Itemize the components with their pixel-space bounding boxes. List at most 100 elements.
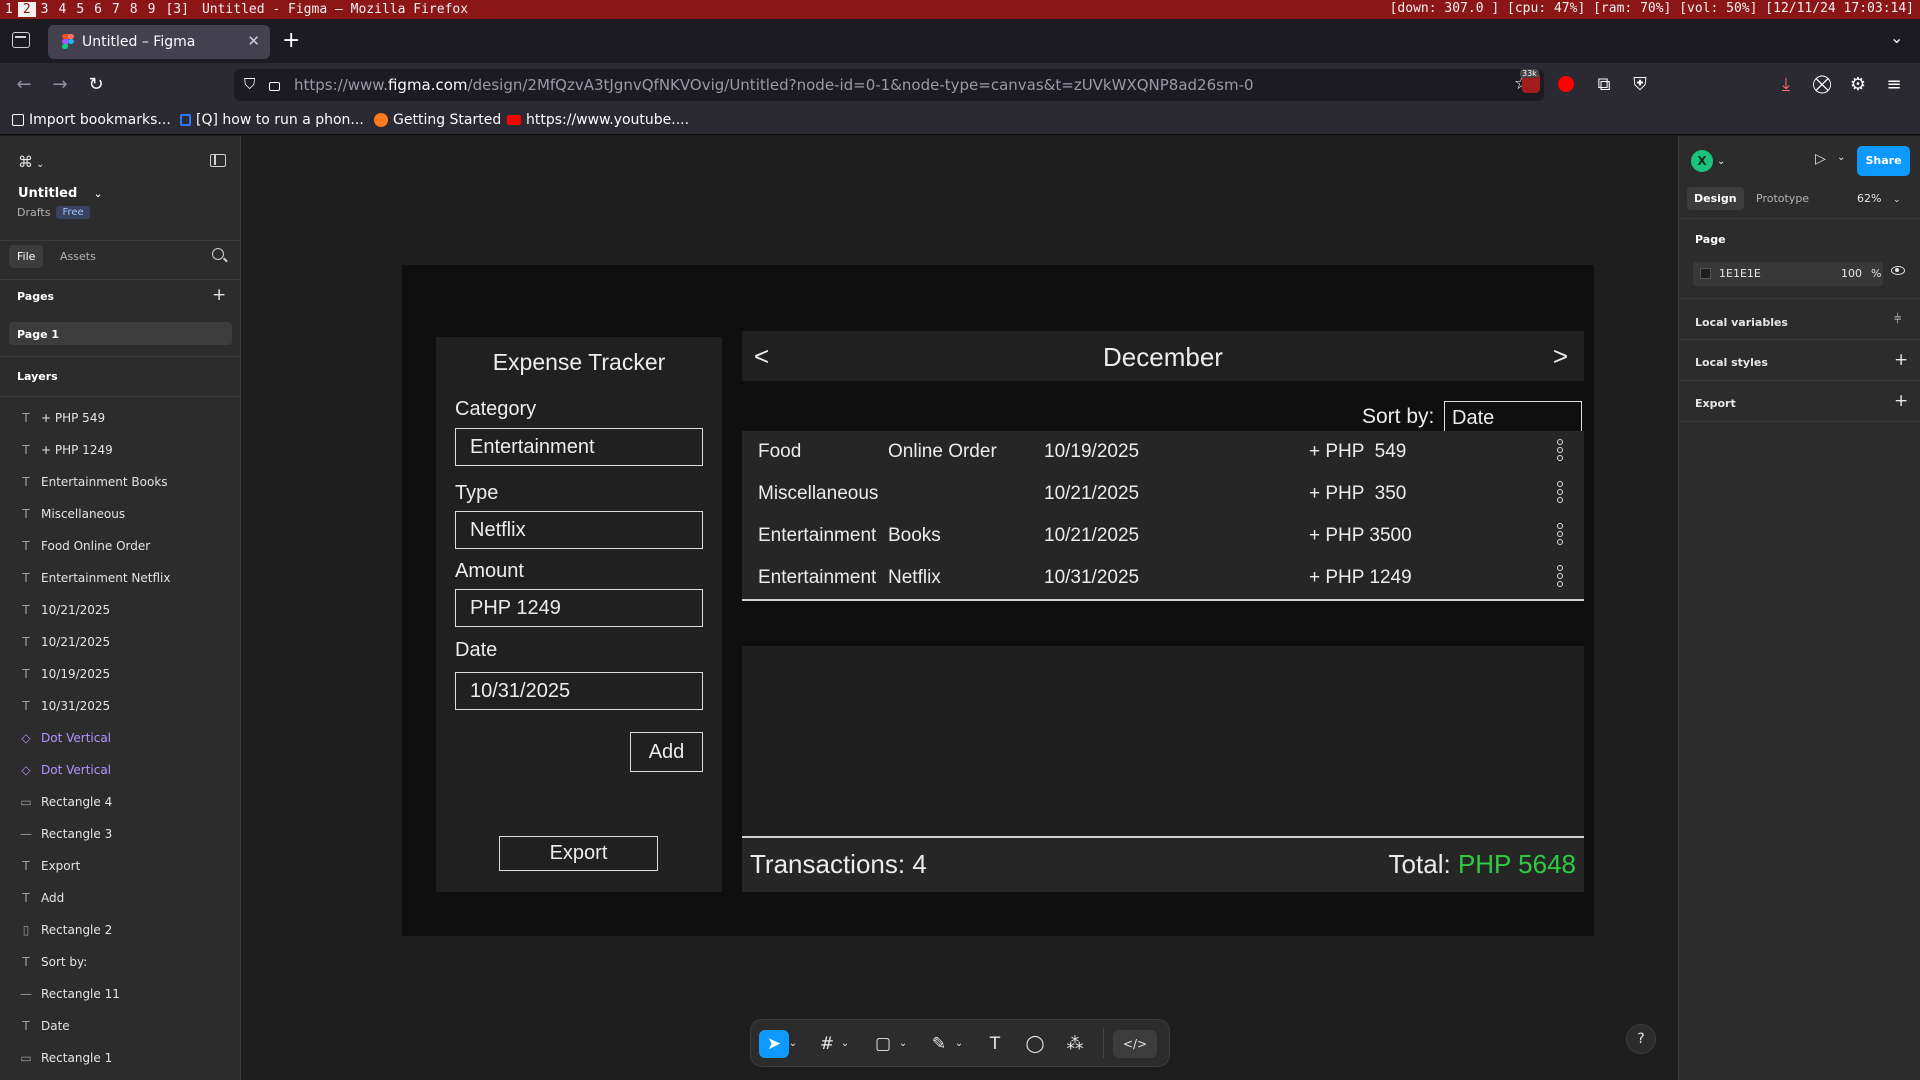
expense-form-card[interactable]: Expense Tracker Category Entertainment T…	[436, 337, 722, 892]
back-arrow-icon[interactable]: ←	[12, 73, 36, 97]
new-tab-icon[interactable]: +	[282, 28, 300, 53]
present-chevron-icon[interactable]: ⌄	[1837, 152, 1845, 163]
dot-vertical-menu-icon[interactable]	[1556, 523, 1564, 545]
youtube-extension-icon[interactable]	[1558, 76, 1574, 92]
layer-row[interactable]: T 10/31/2025	[0, 690, 241, 722]
workspace-5[interactable]: 5	[71, 2, 89, 17]
comment-tool-icon[interactable]: ◯	[1021, 1030, 1049, 1058]
table-row[interactable]: Food Online Order 10/19/2025 + PHP 549	[742, 431, 1584, 475]
export-button[interactable]: Export	[499, 836, 658, 871]
file-name[interactable]: Untitled ⌄	[18, 186, 102, 201]
tracking-protection-icon[interactable]: ⛒	[1810, 73, 1834, 97]
zoom-dropdown[interactable]: 62% ⌄	[1857, 192, 1901, 205]
bookmark-getting-started[interactable]: Getting Started	[374, 112, 501, 128]
rectangle-tool-icon[interactable]: ▢	[869, 1030, 897, 1058]
table-row[interactable]: Entertainment Netflix 10/31/2025 + PHP 1249	[742, 557, 1584, 601]
layer-row[interactable]: ▭ Rectangle 1	[0, 1042, 241, 1074]
dev-mode-toggle-icon[interactable]: </>	[1113, 1030, 1157, 1058]
layer-row[interactable]: — Rectangle 11	[0, 978, 241, 1010]
local-styles-label[interactable]: Local styles	[1695, 356, 1768, 369]
shape-tool-chevron-icon[interactable]: ⌄	[897, 1030, 909, 1058]
variables-adjust-icon[interactable]: ⫩	[1894, 312, 1901, 327]
dot-vertical-menu-icon[interactable]	[1556, 439, 1564, 461]
category-field[interactable]: Entertainment	[455, 428, 703, 466]
local-variables-label[interactable]: Local variables	[1695, 316, 1788, 329]
color-swatch[interactable]	[1700, 268, 1711, 279]
layer-row[interactable]: T Entertainment Books	[0, 466, 241, 498]
bookmark-import[interactable]: Import bookmarks...	[12, 112, 171, 128]
tab-overflow-chevron-icon[interactable]: ⌄	[1890, 28, 1903, 47]
add-button[interactable]: Add	[630, 732, 703, 772]
add-page-icon[interactable]: +	[212, 285, 226, 305]
workspace-7[interactable]: 7	[107, 2, 125, 17]
text-tool-icon[interactable]: T	[981, 1030, 1009, 1058]
layer-row[interactable]: T Food Online Order	[0, 530, 241, 562]
add-style-icon[interactable]: +	[1894, 350, 1908, 370]
dot-vertical-menu-icon[interactable]	[1556, 565, 1564, 587]
layer-row[interactable]: T Date	[0, 1010, 241, 1042]
browser-tab-figma[interactable]: Untitled – Figma ✕	[48, 25, 270, 59]
layer-row[interactable]: T 10/19/2025	[0, 658, 241, 690]
workspace-3[interactable]: 3	[36, 2, 54, 17]
type-field[interactable]: Netflix	[455, 511, 703, 549]
user-avatar[interactable]: X ⌄	[1691, 150, 1725, 172]
table-row[interactable]: Miscellaneous 10/21/2025 + PHP 350	[742, 473, 1584, 517]
forward-arrow-icon[interactable]: →	[48, 73, 72, 97]
date-field[interactable]: 10/31/2025	[455, 672, 703, 710]
layer-row[interactable]: T 10/21/2025	[0, 626, 241, 658]
next-month-button[interactable]: >	[1553, 341, 1568, 372]
lock-icon[interactable]	[269, 82, 280, 91]
move-tool-icon[interactable]: ➤	[759, 1030, 789, 1058]
extensions-puzzle-icon[interactable]: ⧉	[1592, 73, 1616, 97]
table-row[interactable]: Entertainment Books 10/21/2025 + PHP 3500	[742, 515, 1584, 559]
close-tab-icon[interactable]: ✕	[247, 32, 260, 50]
hamburger-menu-icon[interactable]: ≡	[1882, 73, 1906, 97]
layer-row[interactable]: T Sort by:	[0, 946, 241, 978]
layer-row[interactable]: ▯ Rectangle 2	[0, 914, 241, 946]
dot-vertical-menu-icon[interactable]	[1556, 481, 1564, 503]
workspace-4[interactable]: 4	[53, 2, 71, 17]
page-opacity[interactable]: 100	[1841, 267, 1862, 280]
search-icon[interactable]	[212, 248, 228, 263]
page-item-1[interactable]: Page 1	[9, 322, 232, 345]
actions-tool-icon[interactable]: ⁂	[1061, 1030, 1089, 1058]
tab-list-icon[interactable]	[12, 32, 30, 48]
layer-row[interactable]: ▭ Rectangle 4	[0, 786, 241, 818]
layer-row[interactable]: T Entertainment Netflix	[0, 562, 241, 594]
present-play-icon[interactable]: ▷	[1815, 151, 1826, 167]
workspace-2[interactable]: 2	[17, 2, 36, 17]
pen-tool-chevron-icon[interactable]: ⌄	[953, 1030, 965, 1058]
layer-row[interactable]: T Export	[0, 850, 241, 882]
share-button[interactable]: Share	[1857, 146, 1910, 176]
avatar-chevron-icon[interactable]: ⌄	[1717, 156, 1725, 167]
layer-row[interactable]: T 10/21/2025	[0, 594, 241, 626]
add-export-icon[interactable]: +	[1894, 391, 1908, 411]
settings-gear-icon[interactable]: ⚙	[1846, 73, 1870, 97]
layer-row[interactable]: T Miscellaneous	[0, 498, 241, 530]
ublock-extension-icon[interactable]: 33k	[1520, 69, 1540, 93]
figma-main-menu-icon[interactable]: ⌘ ⌄	[18, 153, 44, 171]
file-chevron-icon[interactable]: ⌄	[94, 189, 102, 200]
bookmark-youtube[interactable]: https://www.youtube....	[507, 112, 689, 128]
tab-assets[interactable]: Assets	[60, 250, 96, 263]
reload-icon[interactable]: ↻	[84, 73, 108, 97]
workspace-9[interactable]: 9	[143, 2, 161, 17]
page-color-hex[interactable]: 1E1E1E	[1719, 267, 1761, 280]
design-frame[interactable]: Expense Tracker Category Entertainment T…	[402, 265, 1594, 936]
page-color-field[interactable]: 1E1E1E 100 %	[1693, 262, 1883, 286]
downloads-icon[interactable]: ⤓	[1774, 73, 1798, 97]
workspace-6[interactable]: 6	[89, 2, 107, 17]
visibility-eye-icon[interactable]	[1891, 266, 1905, 275]
layer-row[interactable]: T Add	[0, 882, 241, 914]
toggle-sidebar-icon[interactable]	[210, 154, 226, 167]
layer-row[interactable]: ◇ Dot Vertical	[0, 754, 241, 786]
shield-icon[interactable]: ⛉	[244, 75, 255, 93]
tab-design[interactable]: Design	[1687, 187, 1744, 210]
privacy-extension-icon[interactable]: ⛨	[1628, 73, 1652, 97]
layer-row[interactable]: T + PHP 549	[0, 402, 241, 434]
frame-tool-chevron-icon[interactable]: ⌄	[839, 1030, 851, 1058]
url-bar[interactable]: ⛉ https://www. figma.com/design/2MfQzvA3t…	[234, 69, 1544, 101]
bookmark-phone[interactable]: [Q] how to run a phon...	[180, 112, 364, 128]
tab-file[interactable]: File	[9, 245, 44, 268]
tab-prototype[interactable]: Prototype	[1756, 192, 1809, 205]
